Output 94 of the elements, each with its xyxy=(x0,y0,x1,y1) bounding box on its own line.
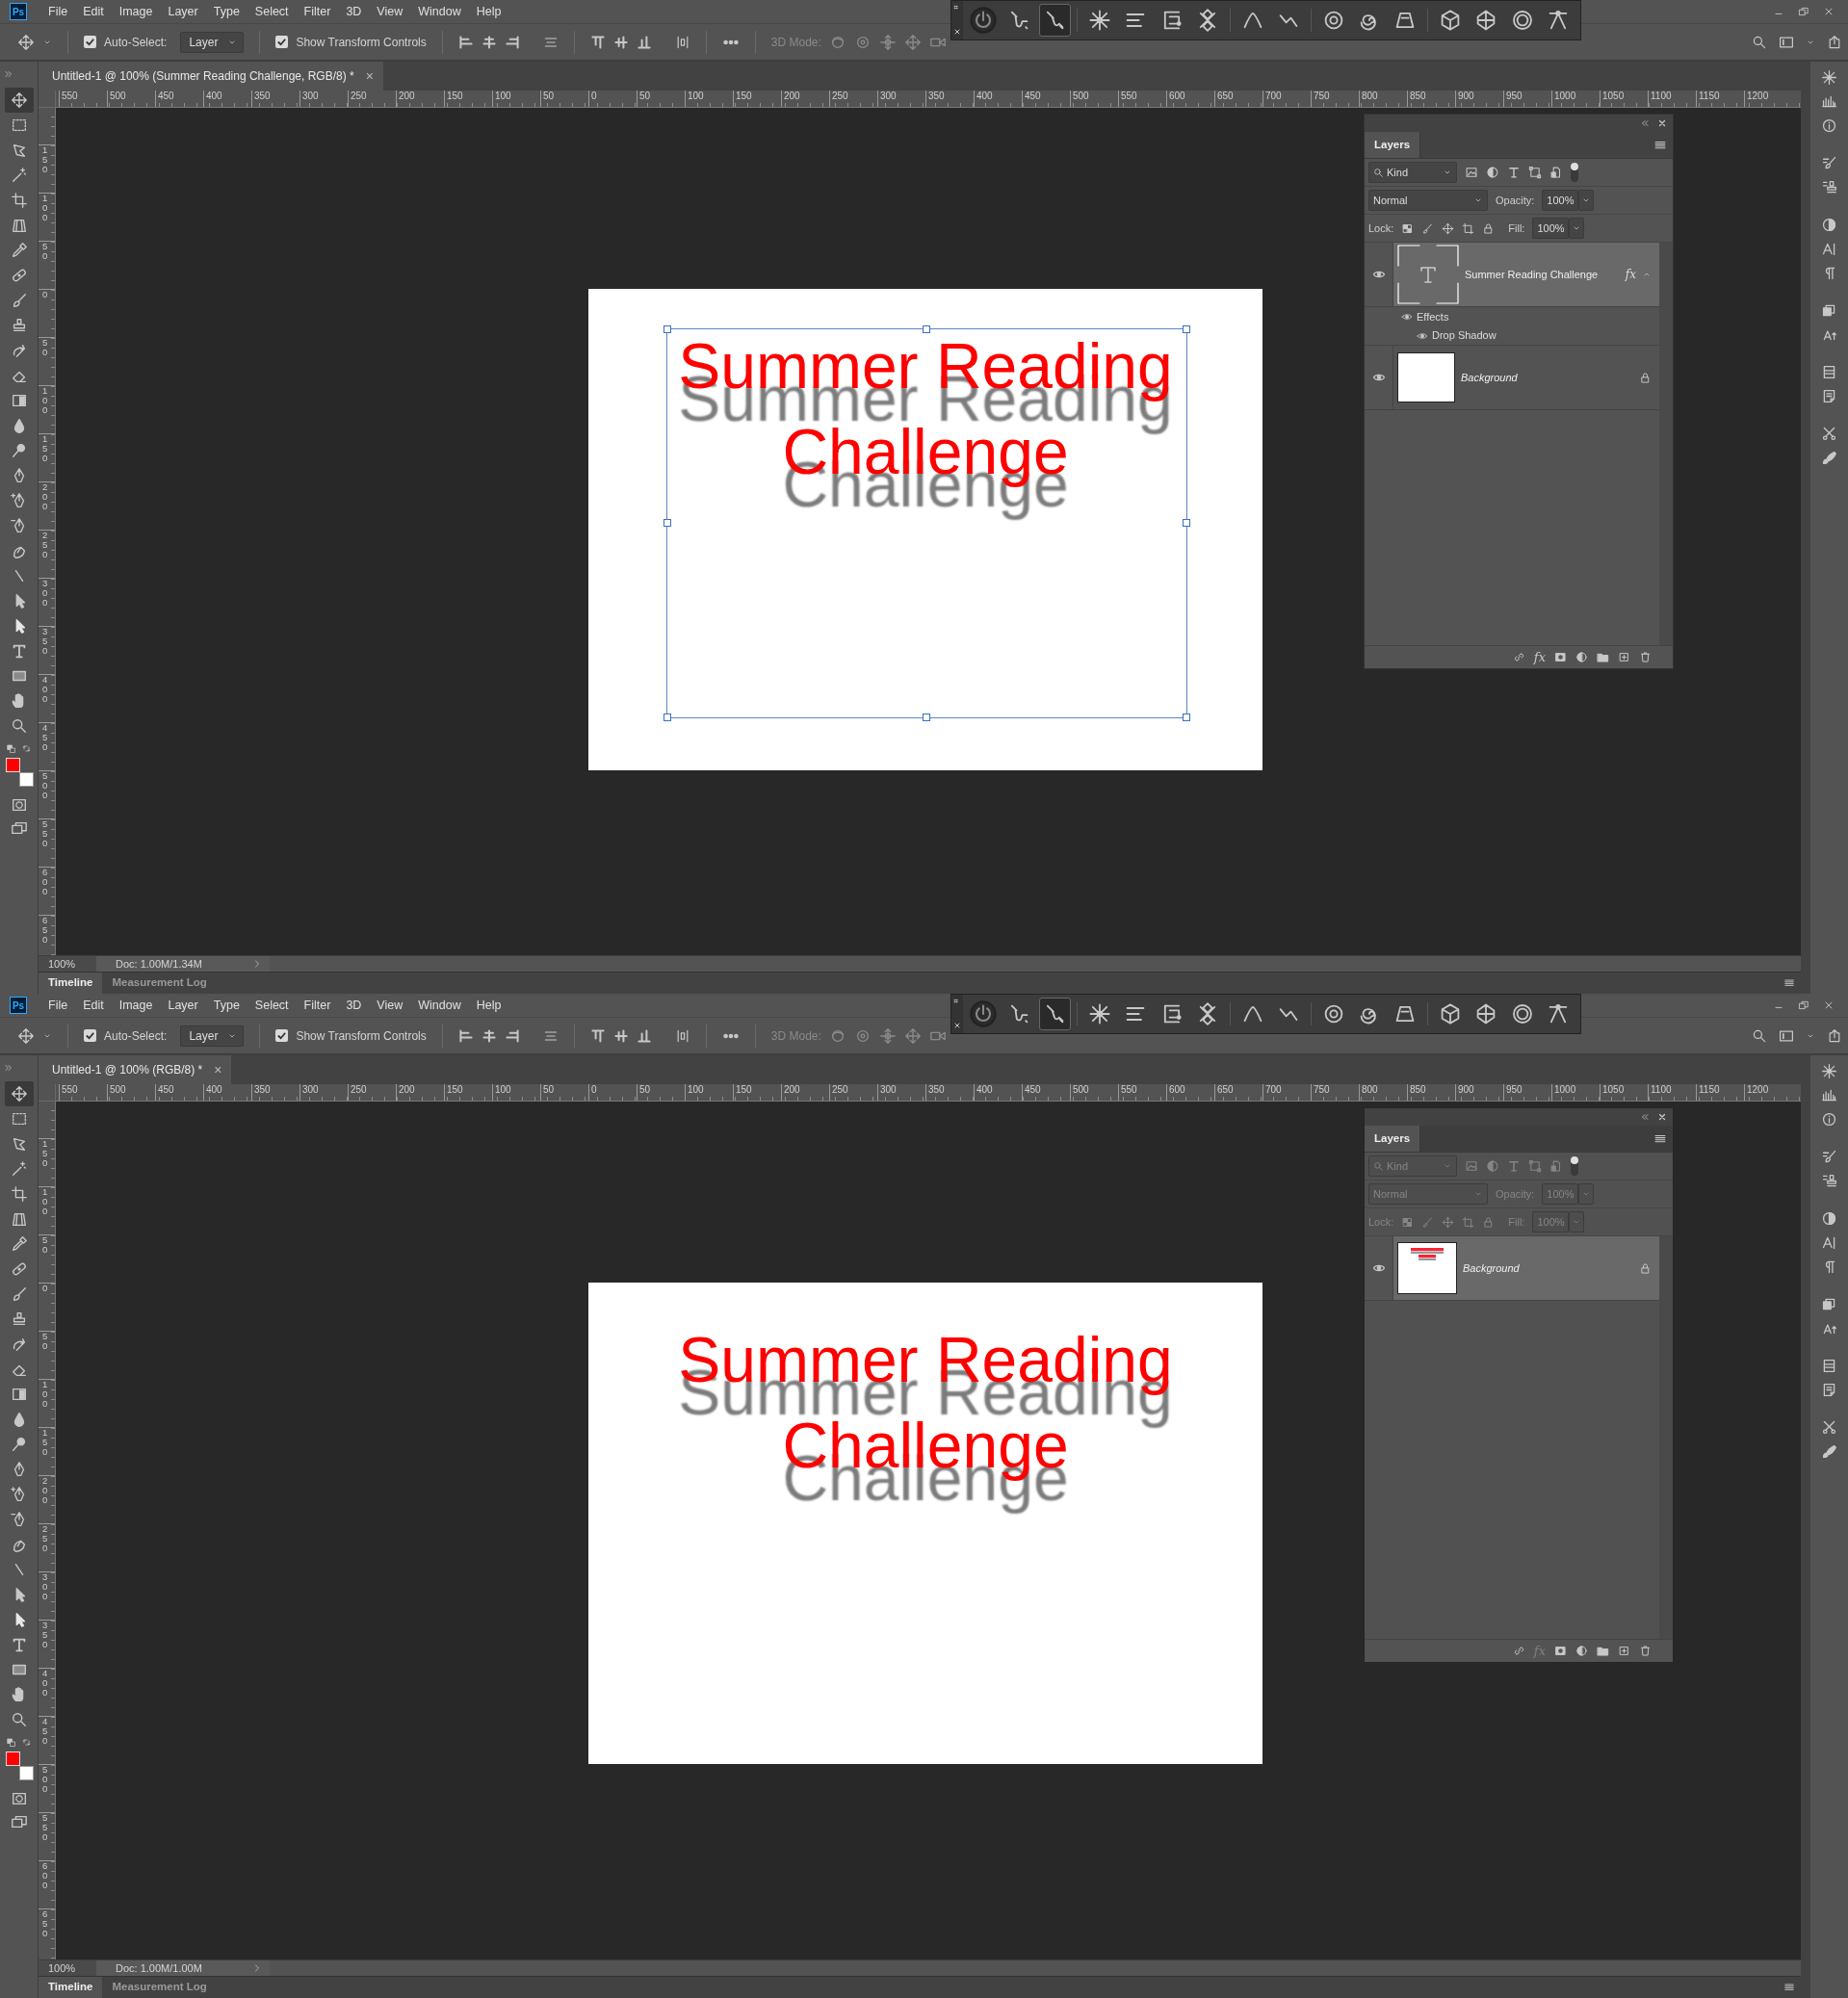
ruler-label: 50 xyxy=(42,1332,48,1351)
ruler-label: 100 xyxy=(42,194,48,222)
checkbox-label: Auto-Select: xyxy=(104,1027,168,1045)
ruler-label: 0 xyxy=(42,1284,48,1293)
ruler-label: 150 xyxy=(42,1428,48,1457)
ruler-label: 200 xyxy=(42,1476,48,1505)
checkbox-label: Show Transform Controls xyxy=(296,34,427,51)
document-size: Doc: 1.00M/1.00M xyxy=(116,1960,202,1976)
ruler-label: 550 xyxy=(42,1813,48,1842)
ruler-label: 400 xyxy=(42,1669,48,1698)
document-title: Untitled-1 @ 100% (Summer Reading Challenge, RGB/8) * xyxy=(52,68,354,85)
zoom-level[interactable]: 100% xyxy=(39,956,96,972)
menu-item[interactable]: Type xyxy=(205,2,247,21)
checkbox-label: Show Transform Controls xyxy=(296,1027,427,1045)
ruler-label: 450 xyxy=(42,1717,48,1746)
ruler-label: 50 xyxy=(42,242,48,261)
target-dropdown[interactable]: Layer xyxy=(180,31,245,53)
ruler-label: 0 xyxy=(42,290,48,299)
fill-field[interactable]: 100% xyxy=(1532,218,1570,239)
ruler-label: 300 xyxy=(42,1572,48,1601)
ruler-label: 300 xyxy=(42,579,48,608)
menu-item[interactable]: Image xyxy=(111,2,161,21)
menu-item[interactable]: Window xyxy=(410,996,469,1015)
fill-label: Fill: xyxy=(1508,221,1525,236)
ruler-label: 650 xyxy=(42,916,48,945)
effects-label: Effects xyxy=(1417,309,1449,324)
ruler-label: 500 xyxy=(42,1765,48,1794)
ruler-label: 100 xyxy=(42,1380,48,1409)
ruler-label: 100 xyxy=(42,386,48,415)
effect-name: Drop Shadow xyxy=(1432,328,1497,344)
opacity-field[interactable]: 100% xyxy=(1542,190,1579,211)
document-size: Doc: 1.00M/1.34M xyxy=(116,956,202,972)
menu-item[interactable]: Filter xyxy=(296,996,339,1015)
menu-item[interactable]: File xyxy=(40,996,76,1015)
document-tab[interactable]: Untitled-1 @ 100% (RGB/8) * × xyxy=(39,1055,232,1084)
ruler-label: 150 xyxy=(42,434,48,463)
app-logo[interactable]: Ps xyxy=(10,997,27,1014)
menu-item[interactable]: Layer xyxy=(160,2,206,21)
layer-name: Background xyxy=(1463,1260,1521,1276)
menu-item[interactable]: Edit xyxy=(75,996,112,1015)
checkbox-label: Auto-Select: xyxy=(104,34,168,51)
target-dropdown[interactable]: Layer xyxy=(180,1025,245,1047)
panel-tab[interactable]: Measurement Log xyxy=(102,973,217,994)
opacity-label: Opacity: xyxy=(1496,193,1535,208)
menu-item[interactable]: 3D xyxy=(338,2,370,21)
ruler-label: 50 xyxy=(42,338,48,357)
ruler-label: 550 xyxy=(42,819,48,848)
panel-tab[interactable]: Timeline xyxy=(39,973,103,994)
ruler-label: 350 xyxy=(42,1621,48,1649)
menu-item[interactable]: Window xyxy=(410,2,469,21)
ruler-label: 200 xyxy=(42,482,48,511)
menu-item[interactable]: Select xyxy=(247,996,297,1015)
ruler-label: 150 xyxy=(42,145,48,174)
menu-item[interactable]: File xyxy=(40,2,76,21)
fx-label: fx xyxy=(1625,267,1636,283)
ruler-label: 400 xyxy=(42,675,48,704)
panel-tab[interactable]: Measurement Log xyxy=(102,1977,217,1998)
ruler-label: 350 xyxy=(42,627,48,656)
ruler-label: 450 xyxy=(42,723,48,752)
layer-name: Summer Reading Challenge xyxy=(1465,267,1600,282)
menu-item[interactable]: Type xyxy=(205,996,247,1015)
ruler-label: 250 xyxy=(42,531,48,559)
lock-label: Lock: xyxy=(1368,221,1394,236)
ruler-label: 100 xyxy=(42,1187,48,1216)
menu-item[interactable]: 3D xyxy=(338,996,370,1015)
layer-row[interactable]: Background xyxy=(1365,346,1659,410)
ruler-label: 150 xyxy=(42,1139,48,1168)
menu-item[interactable]: View xyxy=(369,2,411,21)
panel-tab[interactable]: Timeline xyxy=(39,1977,103,1998)
menu-item[interactable]: Layer xyxy=(160,996,206,1015)
ruler-label: 650 xyxy=(42,1909,48,1938)
ruler-label: 600 xyxy=(42,1861,48,1890)
document-title: Untitled-1 @ 100% (RGB/8) * xyxy=(52,1062,203,1078)
menu-item[interactable]: Filter xyxy=(296,2,339,21)
menu-item[interactable]: Help xyxy=(468,996,509,1015)
app-logo[interactable]: Ps xyxy=(10,3,27,20)
ruler-label: 50 xyxy=(42,1235,48,1255)
ruler-label: 250 xyxy=(42,1524,48,1553)
menu-item[interactable]: Image xyxy=(111,996,161,1015)
filter-dropdown[interactable]: Kind xyxy=(1368,162,1457,183)
add-style-button[interactable]: fx xyxy=(1533,647,1546,667)
menu-item[interactable]: Help xyxy=(468,2,509,21)
close-tab-button[interactable]: × xyxy=(214,1059,222,1080)
document-tab[interactable]: Untitled-1 @ 100% (Summer Reading Challenge, RGB/8) * × xyxy=(39,62,383,91)
menu-item[interactable]: Select xyxy=(247,2,297,21)
panel-tab[interactable]: Layers xyxy=(1365,132,1421,158)
zoom-level[interactable]: 100% xyxy=(39,1960,96,1976)
ruler-label: 500 xyxy=(42,771,48,800)
blend-mode-dropdown[interactable]: Normal xyxy=(1368,190,1488,211)
layer-name: Background xyxy=(1461,370,1519,385)
menu-item[interactable]: View xyxy=(369,996,411,1015)
ruler-label: 600 xyxy=(42,868,48,896)
menu-item[interactable]: Edit xyxy=(75,2,112,21)
close-tab-button[interactable]: × xyxy=(365,65,374,87)
